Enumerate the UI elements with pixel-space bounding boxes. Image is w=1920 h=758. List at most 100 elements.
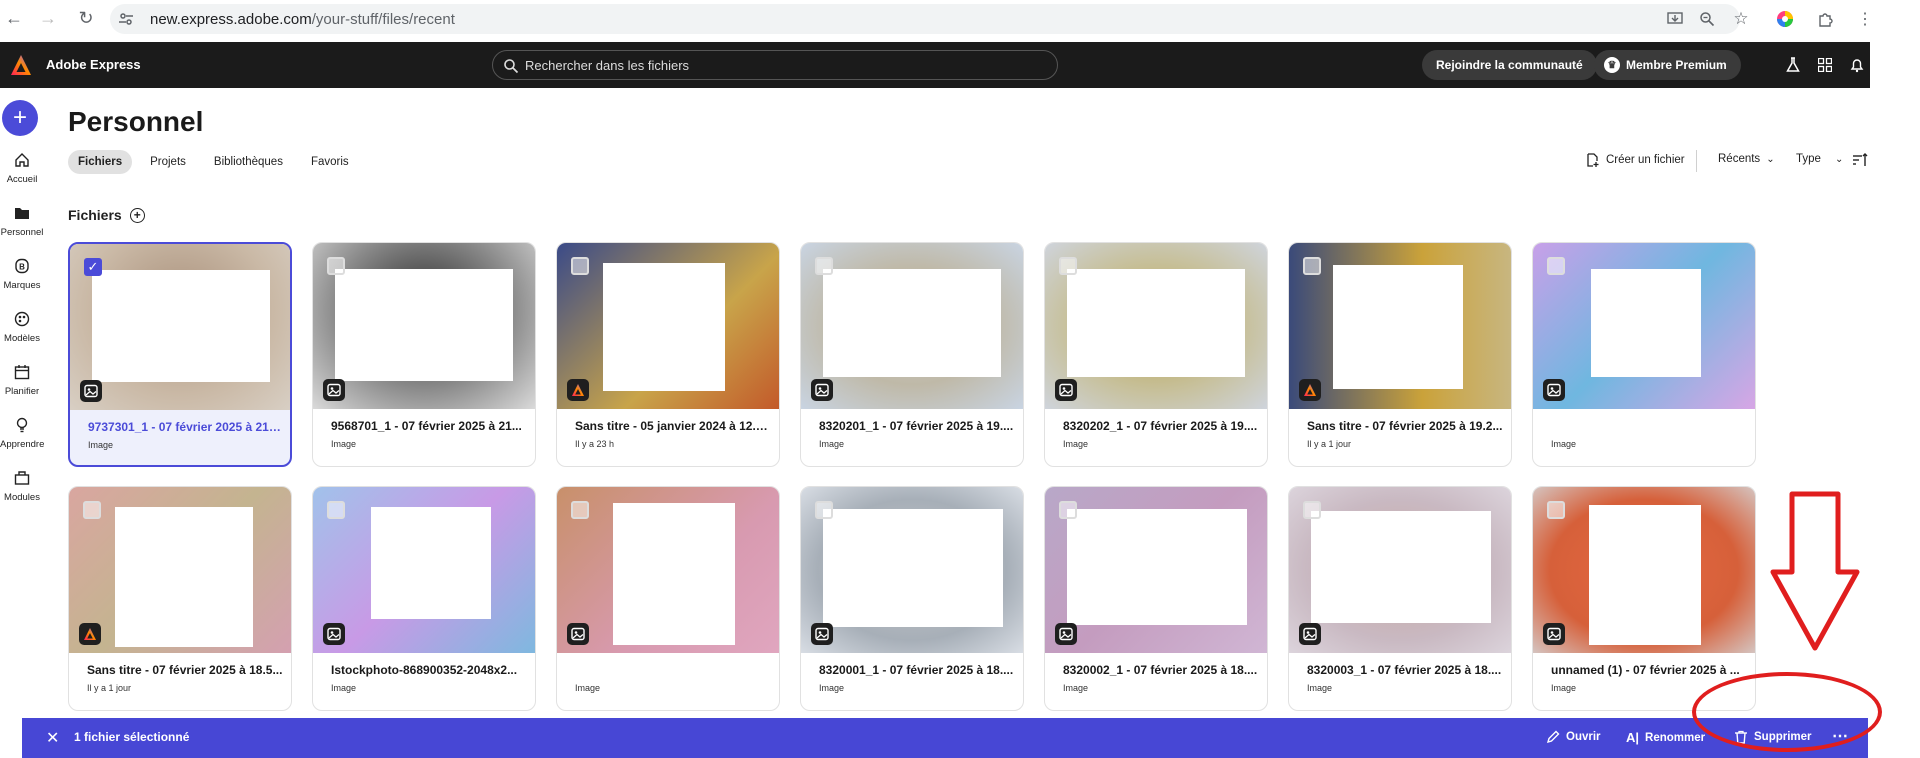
select-checkbox[interactable] [1547,501,1565,519]
select-checkbox[interactable] [327,501,345,519]
file-card[interactable]: unnamed (1) - 07 février 2025 à ... Image [1532,486,1756,711]
select-checkbox[interactable] [571,257,589,275]
site-settings-icon[interactable] [118,11,134,27]
file-thumbnail[interactable] [1533,243,1755,409]
file-card[interactable]: Sans titre - 07 février 2025 à 19.2... Il… [1288,242,1512,467]
app-name[interactable]: Adobe Express [46,57,141,72]
reload-icon[interactable]: ↻ [72,4,100,32]
select-checkbox[interactable] [1547,257,1565,275]
file-name[interactable]: 8320201_1 - 07 février 2025 à 19.... [819,419,1015,433]
file-card[interactable]: 8320003_1 - 07 février 2025 à 18.... Imag… [1288,486,1512,711]
file-name[interactable]: Sans titre - 07 février 2025 à 18.5... [87,663,283,677]
file-card[interactable]: Image [1532,242,1756,467]
file-thumbnail[interactable] [801,243,1023,409]
rail-item-brands[interactable]: B Marques [0,258,44,291]
file-name[interactable]: Sans titre - 05 janvier 2024 à 12.1... [575,419,771,433]
notifications-bell-icon[interactable] [1848,56,1866,74]
address-bar[interactable]: new.express.adobe.com/your-stuff/files/r… [110,4,1740,34]
file-card[interactable]: 8320201_1 - 07 février 2025 à 19.... Imag… [800,242,1024,467]
file-thumbnail[interactable] [70,244,290,410]
file-name[interactable]: 8320002_1 - 07 février 2025 à 18.... [1063,663,1259,677]
premium-member-button[interactable]: ♛ Membre Premium [1594,50,1741,80]
browser-menu-icon[interactable]: ⋮ [1854,8,1876,30]
select-checkbox[interactable] [1059,501,1077,519]
type-filter-dropdown[interactable]: Type ⌄ [1796,153,1843,165]
labs-flask-icon[interactable] [1784,56,1802,74]
tab-favorites[interactable]: Favoris [301,150,359,174]
sort-dropdown[interactable]: Récents ⌄ [1718,153,1775,165]
file-card[interactable]: Istockphoto-868900352-2048x2... Image [312,486,536,711]
select-checkbox[interactable] [815,501,833,519]
rail-item-templates[interactable]: Modèles [0,311,44,344]
color-extension-icon[interactable] [1774,8,1796,30]
zoom-icon[interactable] [1696,8,1718,30]
file-name[interactable]: Sans titre - 07 février 2025 à 19.2... [1307,419,1503,433]
sort-order-button[interactable] [1852,153,1868,167]
search-input[interactable]: Rechercher dans les fichiers [492,50,1058,80]
file-name[interactable]: unnamed (1) - 07 février 2025 à ... [1551,663,1747,677]
file-card[interactable]: Image [556,486,780,711]
select-checkbox[interactable] [1059,257,1077,275]
file-thumbnail[interactable] [1045,243,1267,409]
file-name[interactable]: 8320202_1 - 07 février 2025 à 19.... [1063,419,1259,433]
create-file-button[interactable]: Créer un fichier [1586,153,1685,167]
select-checkbox[interactable] [1303,257,1321,275]
rail-item-modules[interactable]: Modules [0,470,44,503]
url-path: /your-stuff/files/recent [311,10,455,28]
open-button[interactable]: Ouvrir [1546,730,1601,744]
app-header: Adobe Express Rechercher dans les fichie… [0,42,1870,88]
tab-projects[interactable]: Projets [140,150,196,174]
file-thumbnail[interactable] [801,487,1023,653]
select-checkbox[interactable] [571,501,589,519]
select-checkbox[interactable] [327,257,345,275]
rename-button[interactable]: A| Renommer [1626,730,1705,745]
file-card[interactable]: Sans titre - 05 janvier 2024 à 12.1... Il… [556,242,780,467]
file-thumbnail[interactable] [313,243,535,409]
close-icon[interactable]: ✕ [46,728,59,748]
rail-item-learn[interactable]: Apprendre [0,417,44,450]
file-thumbnail[interactable] [557,243,779,409]
image-file-icon [811,623,833,645]
file-card[interactable]: Sans titre - 07 février 2025 à 18.5... Il… [68,486,292,711]
file-meta: Image [1307,683,1333,693]
adobe-express-logo[interactable] [10,54,32,76]
rail-item-home[interactable]: Accueil [0,152,44,185]
join-community-button[interactable]: Rejoindre la communauté [1422,50,1597,80]
rail-item-personal[interactable]: Personnel [0,205,44,238]
select-checkbox[interactable]: ✓ [84,258,102,276]
file-thumbnail[interactable] [1045,487,1267,653]
file-thumbnail[interactable] [557,487,779,653]
file-thumbnail[interactable] [313,487,535,653]
file-name[interactable]: 9568701_1 - 07 février 2025 à 21... [331,419,527,433]
back-icon[interactable]: ← [0,4,28,32]
file-thumbnail[interactable] [1289,243,1511,409]
open-label: Ouvrir [1566,731,1601,743]
file-thumbnail[interactable] [69,487,291,653]
file-name[interactable]: 9737301_1 - 07 février 2025 à 21.1... [88,420,284,434]
extensions-puzzle-icon[interactable] [1814,8,1836,30]
file-card[interactable]: 8320001_1 - 07 février 2025 à 18.... Imag… [800,486,1024,711]
forward-icon[interactable]: → [34,4,62,32]
install-app-icon[interactable] [1664,8,1686,30]
select-checkbox[interactable] [1303,501,1321,519]
tab-libraries[interactable]: Bibliothèques [204,150,293,174]
file-card[interactable]: 8320202_1 - 07 février 2025 à 19.... Imag… [1044,242,1268,467]
image-file-icon [1055,623,1077,645]
file-card[interactable]: ✓ 9737301_1 - 07 février 2025 à 21.1... Im… [68,242,292,467]
file-name[interactable]: 8320003_1 - 07 février 2025 à 18.... [1307,663,1503,677]
file-meta: Image [1063,439,1089,449]
file-thumbnail[interactable] [1289,487,1511,653]
file-name[interactable]: 8320001_1 - 07 février 2025 à 18.... [819,663,1015,677]
file-thumbnail[interactable] [1533,487,1755,653]
tab-files[interactable]: Fichiers [68,150,133,174]
file-card[interactable]: 8320002_1 - 07 février 2025 à 18.... Imag… [1044,486,1268,711]
apps-grid-icon[interactable] [1816,56,1834,74]
file-name[interactable]: Istockphoto-868900352-2048x2... [331,663,527,677]
select-checkbox[interactable] [83,501,101,519]
file-card[interactable]: 9568701_1 - 07 février 2025 à 21... Image [312,242,536,467]
add-circle-icon[interactable]: + [129,207,145,223]
bookmark-star-icon[interactable]: ☆ [1730,8,1752,30]
select-checkbox[interactable] [815,257,833,275]
rail-item-schedule[interactable]: Planifier [0,364,44,397]
create-plus-button[interactable]: + [2,100,38,136]
